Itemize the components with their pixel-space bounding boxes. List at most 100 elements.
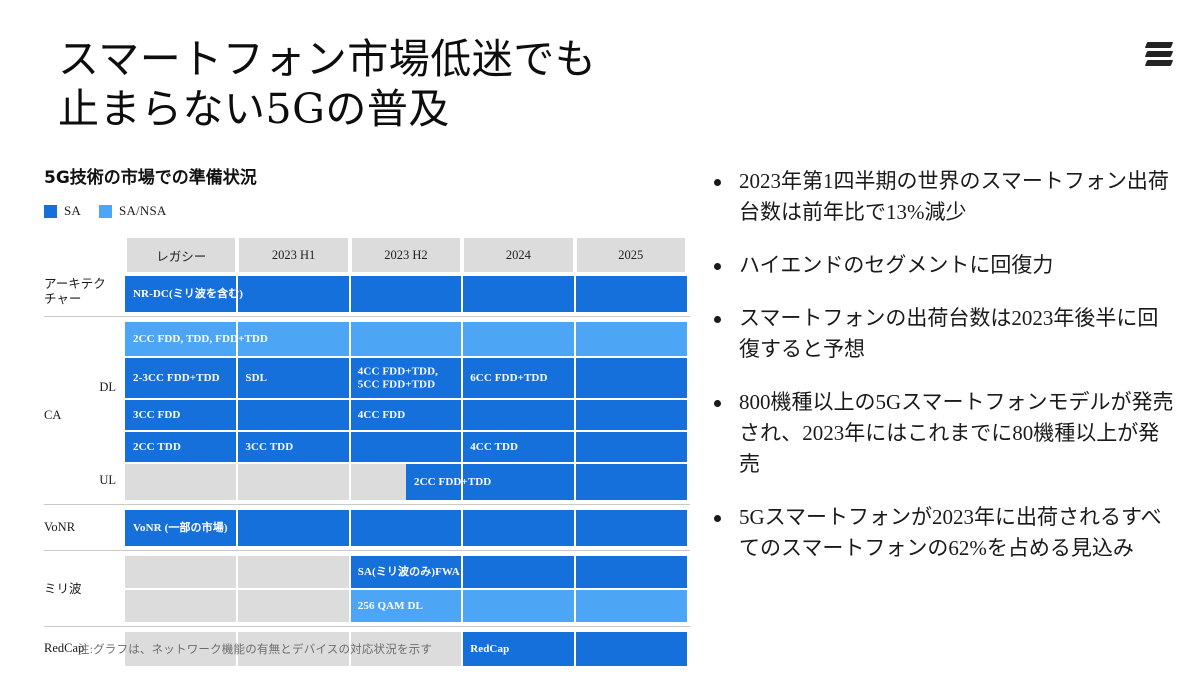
chart-gridline	[461, 432, 464, 462]
logo-bar-2	[1144, 51, 1174, 57]
chart-gridline	[461, 358, 464, 398]
chart-group-divider	[44, 316, 690, 317]
chart-gridline	[236, 510, 239, 546]
chart-plot-area: レガシー 2023 H1 2023 H2 2024 2025 NR-DC(ミリ波を含む) 2…	[125, 238, 690, 666]
chart-bar-label: 2CC FDD, TDD, FDD+TDD	[133, 332, 268, 345]
ericsson-logo	[1144, 38, 1178, 72]
chart-gridline	[348, 590, 351, 622]
chart-gridline	[348, 358, 351, 398]
chart-gridline	[573, 632, 576, 666]
chart-row-sublabel-dl: DL	[99, 380, 116, 394]
chart-bar-label: VoNR (一部の市場)	[133, 521, 228, 534]
chart-bar-label: SA(ミリ波のみ)FWA	[357, 565, 460, 578]
chart-row-labels: アーキテクチャー CA DL UL VoNR ミリ波 RedCap	[44, 238, 125, 655]
chart-gridline	[461, 556, 464, 588]
chart-row: VoNR (一部の市場)	[125, 510, 687, 546]
page-title-line-1: スマートフォン市場低迷でも	[58, 35, 597, 83]
legend-swatch-sansa	[99, 204, 113, 218]
chart-row: 256 QAM DL	[125, 590, 687, 622]
logo-bar-3	[1144, 60, 1174, 66]
logo-bar-1	[1144, 42, 1174, 48]
chart-gridline	[461, 322, 464, 356]
legend-item-sansa: SA/NSA	[99, 203, 166, 219]
chart-group-divider	[44, 504, 690, 505]
chart-gridline	[348, 510, 351, 546]
chart-row: 3CC FDD 4CC FDD	[125, 400, 687, 430]
chart-gridline	[573, 510, 576, 546]
chart-gridline	[236, 556, 239, 588]
chart-column-header-4: 2024	[464, 238, 573, 272]
chart-gridline	[573, 464, 576, 500]
chart-gridline	[236, 464, 239, 500]
chart-group-divider	[44, 626, 690, 627]
page-title: スマートフォン市場低迷でも 止まらない5Gの普及	[58, 34, 758, 134]
legend-label-sa: SA	[64, 203, 82, 218]
chart-row-label-vonr: VoNR	[44, 520, 76, 534]
chart-gridline	[573, 276, 576, 312]
chart-gridline	[348, 322, 351, 356]
chart-bar-label: 4CC TDD	[470, 440, 519, 453]
legend-item-sa: SA	[44, 203, 81, 219]
chart-footnote: 注:グラフは、ネットワーク機能の有無とデバイスの対応状況を示す	[78, 644, 433, 656]
chart-row-label-architecture: アーキテクチャー	[44, 277, 106, 306]
chart-bar-label: 2CC TDD	[133, 440, 181, 453]
chart-row-label-ca: CA	[44, 408, 62, 422]
chart-bar-label: 4CC FDD	[357, 408, 406, 421]
chart-gridline	[461, 400, 464, 430]
chart-gridline	[573, 556, 576, 588]
chart-column-header-1: レガシー	[127, 238, 236, 272]
chart-legend: SA SA/NSA	[44, 203, 166, 219]
insights-bullet-list: 2023年第1四半期の世界のスマートフォン出荷台数は前年比で13%減少ハイエンド…	[706, 166, 1176, 586]
chart-column-header-5: 2025	[576, 238, 685, 272]
page-title-line-2: 止まらない5Gの普及	[58, 85, 450, 133]
insight-bullet: 2023年第1四半期の世界のスマートフォン出荷台数は前年比で13%減少	[706, 166, 1176, 228]
chart-bar-label: 6CC FDD+TDD	[470, 371, 548, 384]
chart-gridline	[573, 322, 576, 356]
chart-bar	[125, 432, 687, 462]
chart-bar-label: 2-3CC FDD+TDD	[133, 371, 220, 384]
chart-row-label-mmwave: ミリ波	[44, 582, 82, 596]
chart-column-header-2: 2023 H1	[239, 238, 348, 272]
chart-bar-label: 3CC FDD	[133, 408, 181, 421]
chart-gridline	[461, 510, 464, 546]
chart-gridline	[348, 400, 351, 430]
chart-gridline	[236, 358, 239, 398]
chart-group-divider	[44, 550, 690, 551]
chart-bar-label: NR-DC(ミリ波を含む)	[133, 287, 244, 300]
chart-gridline	[348, 432, 351, 462]
chart-gridline	[573, 432, 576, 462]
chart-row: 2CC TDD 3CC TDD 4CC TDD	[125, 432, 687, 462]
chart-bar-label: 256 QAM DL	[357, 599, 423, 612]
chart-gridline	[236, 432, 239, 462]
chart-bar-label: 4CC FDD+TDD, 5CC FDD+TDD	[357, 365, 438, 391]
chart-row: 2CC FDD+TDD	[125, 464, 687, 500]
chart-gridline	[461, 632, 464, 666]
chart-gridline	[573, 590, 576, 622]
chart-gridline	[348, 276, 351, 312]
insight-bullet: 800機種以上の5Gスマートフォンモデルが発売され、2023年にはこれまでに80…	[706, 387, 1176, 480]
chart-gridline	[348, 556, 351, 588]
chart-bar	[125, 400, 687, 430]
legend-swatch-sa	[44, 204, 57, 218]
chart-row: NR-DC(ミリ波を含む)	[125, 276, 687, 312]
chart-subtitle: 5G技術の市場での準備状況	[44, 168, 257, 188]
chart-gridline	[573, 400, 576, 430]
chart-bar-label: 3CC TDD	[245, 440, 294, 453]
chart-row: 2CC FDD, TDD, FDD+TDD	[125, 322, 687, 356]
chart-gridline	[236, 322, 239, 356]
chart-gridline	[236, 590, 239, 622]
chart-gridline	[461, 276, 464, 312]
chart-gridline	[461, 464, 464, 500]
chart-row-sublabel-ul: UL	[99, 473, 116, 487]
chart-bar-label: 2CC FDD+TDD	[414, 475, 492, 488]
insight-bullet: ハイエンドのセグメントに回復力	[706, 250, 1176, 281]
insight-bullet: スマートフォンの出荷台数は2023年後半に回復すると予想	[706, 303, 1176, 365]
chart-bar-label: SDL	[245, 371, 268, 384]
chart-row: 2-3CC FDD+TDD SDL 4CC FDD+TDD, 5CC FDD+TDD…	[125, 358, 687, 398]
readiness-chart: アーキテクチャー CA DL UL VoNR ミリ波 RedCap レガシー 2023 H1 2…	[44, 238, 690, 666]
chart-gridline	[236, 400, 239, 430]
chart-gridline	[573, 358, 576, 398]
chart-column-header-3: 2023 H2	[351, 238, 461, 272]
chart-row: SA(ミリ波のみ)FWA	[125, 556, 687, 588]
chart-gridline	[236, 276, 239, 312]
